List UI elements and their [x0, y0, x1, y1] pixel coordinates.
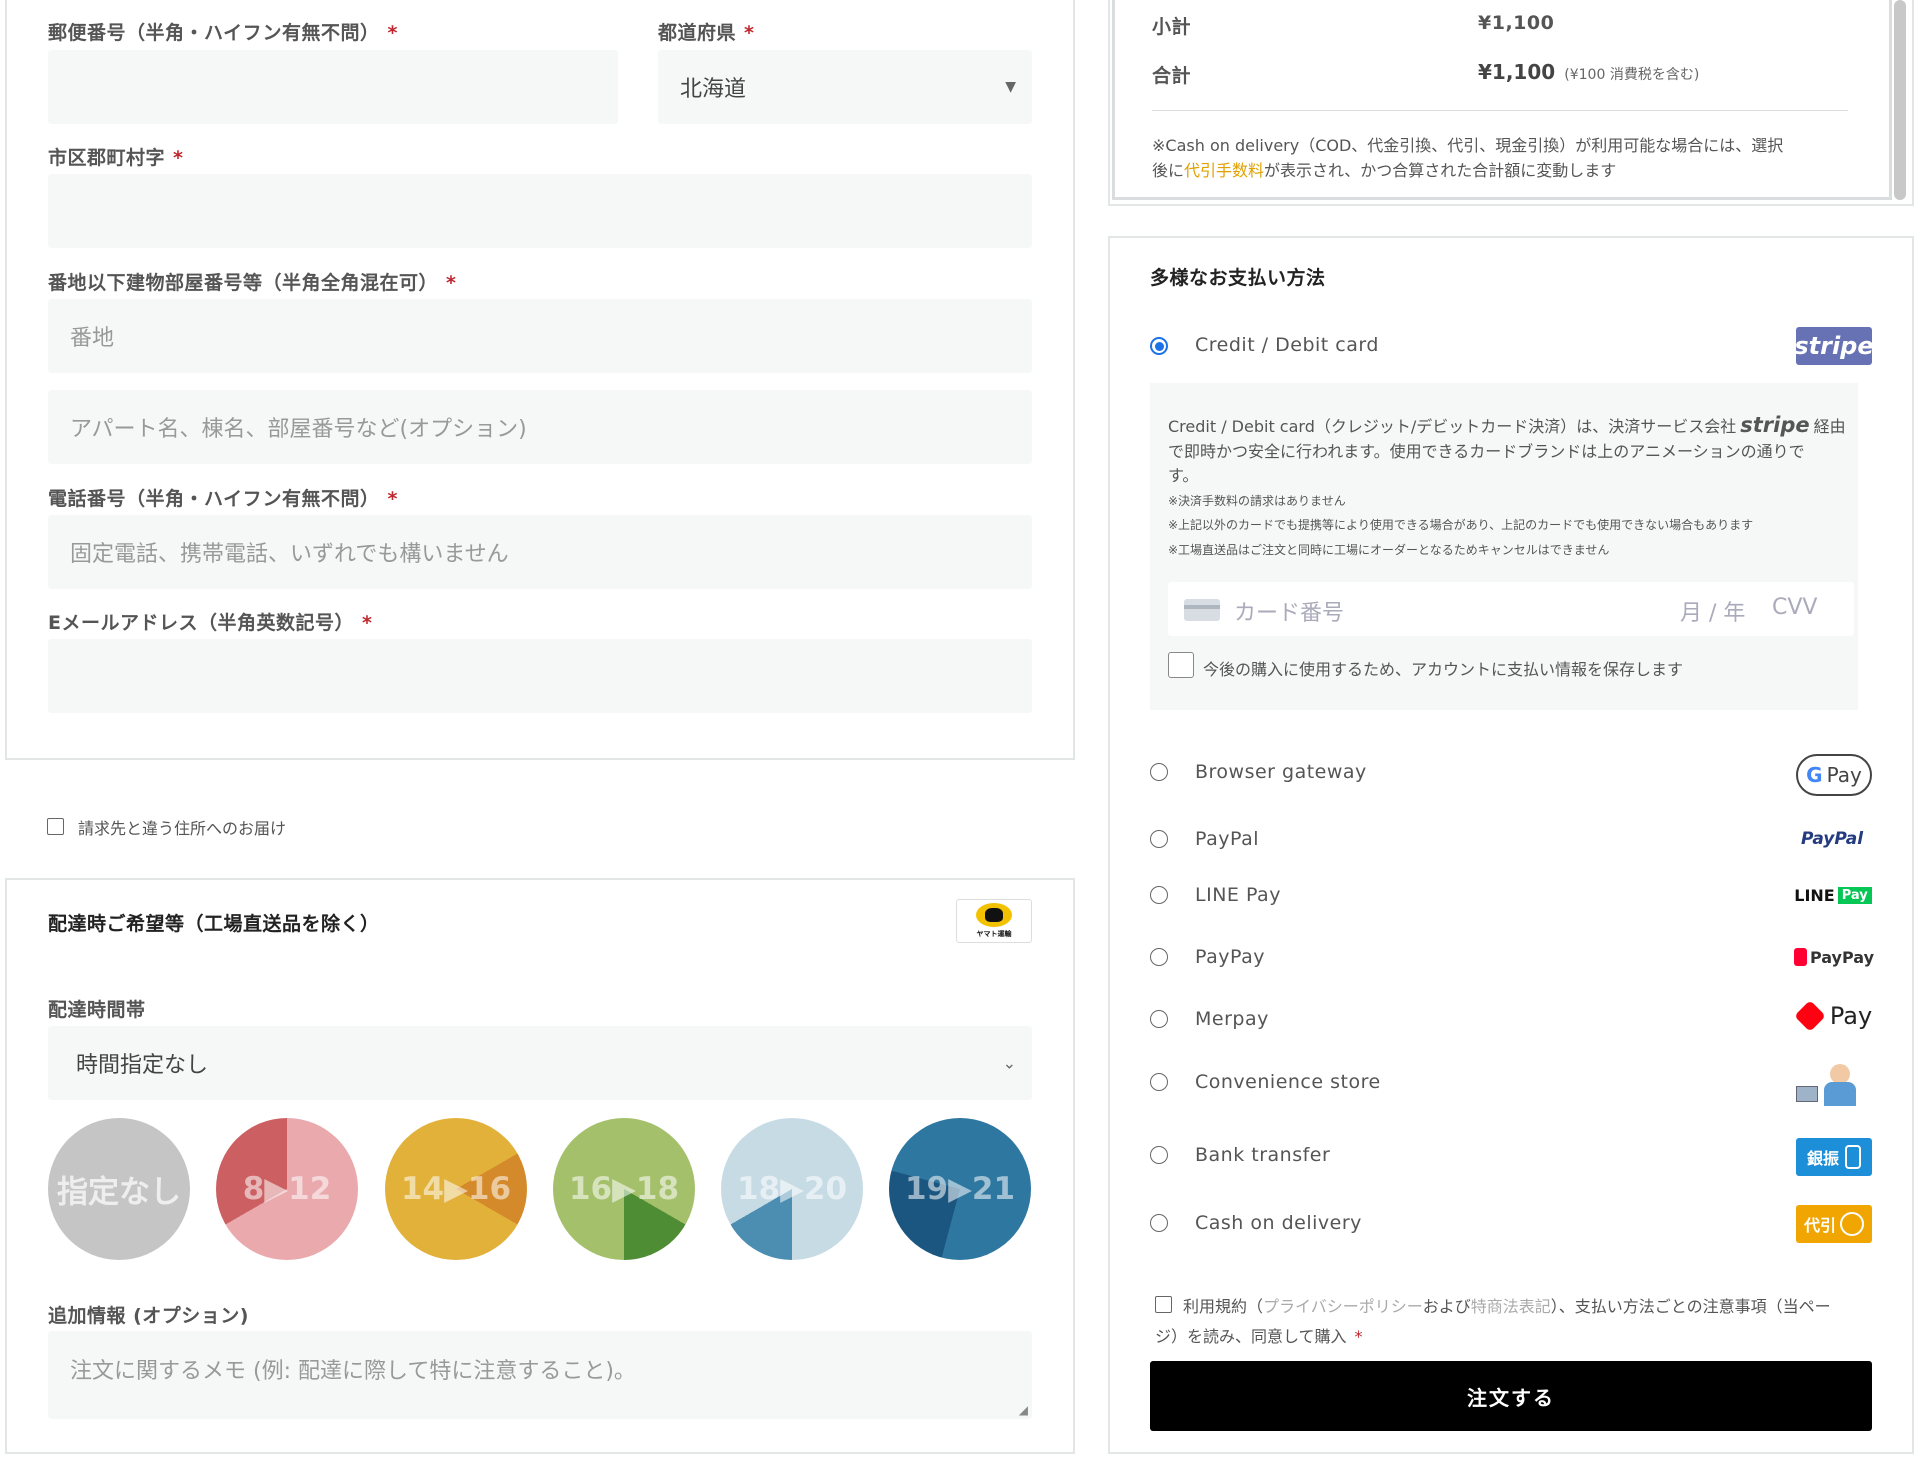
radio-line-pay[interactable]	[1150, 886, 1168, 904]
summary-scrollbar[interactable]	[1894, 0, 1906, 200]
cvv-placeholder[interactable]: CVV	[1772, 595, 1817, 620]
slot-18-20[interactable]: 18▶20	[721, 1118, 863, 1260]
merpay-icon	[1794, 1000, 1826, 1032]
radio-credit-card[interactable]	[1150, 337, 1168, 355]
expiry-placeholder[interactable]: 月 / 年	[1680, 595, 1745, 627]
slot-none[interactable]: 指定なし	[48, 1118, 190, 1260]
cash-on-delivery-logo: 代引	[1796, 1205, 1872, 1243]
phone-input[interactable]: 固定電話、携帯電話、いずれでも構いません	[48, 515, 1032, 589]
card-note-1: ※決済手数料の請求はありません	[1168, 494, 1346, 508]
total-value-group: ¥1,100 (¥100 消費税を含む)	[1478, 60, 1699, 84]
card-note-3: ※工場直送品はご注文と同時に工場にオーダーとなるためキャンセルはできません	[1168, 543, 1610, 557]
paypal-logo: PayPal	[1800, 829, 1864, 849]
cat-icon	[976, 903, 1012, 927]
bank-transfer-logo: 銀振	[1796, 1138, 1872, 1176]
card-desc-line3: す。	[1168, 466, 1199, 485]
delivery-time-label: 配達時間帯	[48, 999, 146, 1021]
chevron-down-icon: ⌄	[1002, 1053, 1016, 1073]
card-desc-line1: Credit / Debit card（クレジット/デビットカード決済）は、決済…	[1168, 413, 1846, 437]
ship-different-checkbox[interactable]	[47, 818, 64, 835]
city-input[interactable]	[48, 174, 1032, 248]
subtotal-label: 小計	[1152, 16, 1192, 38]
method-paypal-label: PayPal	[1195, 828, 1260, 850]
caret-down-icon: ▼	[1005, 79, 1016, 95]
address2-input[interactable]: アパート名、棟名、部屋番号など(オプション)	[48, 390, 1032, 464]
terms-checkbox[interactable]	[1155, 1296, 1172, 1313]
method-cash-on-delivery-label: Cash on delivery	[1195, 1212, 1362, 1234]
cod-note-line1: ※Cash on delivery（COD、代金引換、代引、現金引換）が利用可能…	[1152, 136, 1784, 155]
line-pay-logo: LINE Pay	[1794, 883, 1872, 907]
method-paypay-label: PayPay	[1195, 946, 1265, 968]
slot-14-16[interactable]: 14▶16	[385, 1118, 527, 1260]
paypay-logo: PayPay	[1794, 945, 1874, 969]
radio-paypay[interactable]	[1150, 948, 1168, 966]
radio-merpay[interactable]	[1150, 1010, 1168, 1028]
cod-note-line2: 後に代引手数料が表示され、かつ合算された合計額に変動します	[1152, 161, 1617, 180]
resize-handle-icon[interactable]: ◢	[1019, 1403, 1028, 1417]
prefecture-label: 都道府県 *	[658, 22, 755, 44]
address-label: 番地以下建物部屋番号等（半角全角混在可） *	[48, 272, 457, 294]
radio-paypal[interactable]	[1150, 830, 1168, 848]
card-desc-line2: で即時かつ安全に行われます。使用できるカードブランドは上のアニメーションの通りで	[1168, 442, 1805, 461]
method-credit-card-label: Credit / Debit card	[1195, 334, 1379, 356]
delivery-title: 配達時ご希望等（工場直送品を除く）	[48, 913, 380, 935]
method-convenience-store-label: Convenience store	[1195, 1071, 1381, 1093]
notes-textarea[interactable]: 注文に関するメモ (例: 配達に際して特に注意すること)。 ◢	[48, 1331, 1032, 1419]
radio-convenience-store[interactable]	[1150, 1073, 1168, 1091]
card-note-2: ※上記以外のカードでも提携等により使用できる場合があり、上記のカードでも使用でき…	[1168, 518, 1754, 532]
total-label: 合計	[1152, 65, 1192, 87]
save-card-checkbox[interactable]	[1168, 652, 1194, 678]
email-label: Eメールアドレス（半角英数記号） *	[48, 612, 373, 634]
method-line-pay-label: LINE Pay	[1195, 884, 1281, 906]
subtotal-value: ¥1,100	[1478, 12, 1555, 34]
ship-different-label: 請求先と違う住所へのお届け	[78, 819, 287, 838]
postal-label: 郵便番号（半角・ハイフン有無不問） *	[48, 22, 398, 44]
radio-browser-gateway[interactable]	[1150, 763, 1168, 781]
merpay-logo: Pay	[1794, 998, 1874, 1034]
radio-bank-transfer[interactable]	[1150, 1146, 1168, 1164]
notes-label: 追加情報 (オプション)	[48, 1305, 249, 1327]
postal-input[interactable]	[48, 50, 618, 124]
tax-note: (¥100 消費税を含む)	[1564, 67, 1700, 83]
delivery-time-select[interactable]: 時間指定なし ⌄	[48, 1026, 1032, 1100]
total-value: ¥1,100	[1478, 60, 1556, 84]
payment-title: 多様なお支払い方法	[1150, 267, 1326, 289]
gpay-logo: G Pay	[1796, 754, 1872, 796]
yamato-logo: ヤマト運輸	[956, 899, 1032, 943]
commercial-law-link[interactable]: 特商法表記	[1471, 1297, 1551, 1316]
method-merpay-label: Merpay	[1195, 1008, 1269, 1030]
place-order-button[interactable]: 注文する	[1150, 1361, 1872, 1431]
paypay-icon	[1794, 948, 1807, 966]
terms-line1: 利用規約（プライバシーポリシーおよび特商法表記）、支払い方法ごとの注意事項（当ペ…	[1183, 1297, 1831, 1316]
card-number-placeholder: カード番号	[1234, 601, 1345, 626]
convenience-store-icon	[1794, 1062, 1872, 1108]
stripe-logo: stripe	[1794, 327, 1874, 365]
phone-label: 電話番号（半角・ハイフン有無不問） *	[48, 488, 398, 510]
slot-16-18[interactable]: 16▶18	[553, 1118, 695, 1260]
email-input[interactable]	[48, 639, 1032, 713]
prefecture-select[interactable]: 北海道 ▼	[658, 50, 1032, 124]
card-input[interactable]: カード番号 月 / 年 CVV	[1168, 582, 1854, 636]
city-label: 市区郡町村字 *	[48, 147, 184, 169]
method-bank-transfer-label: Bank transfer	[1195, 1144, 1331, 1166]
terms-line2: ジ）を読み、同意して購入 *	[1155, 1327, 1363, 1346]
cod-fee-link[interactable]: 代引手数料	[1184, 161, 1264, 180]
method-browser-gateway-label: Browser gateway	[1195, 761, 1367, 783]
save-card-label: 今後の購入に使用するため、アカウントに支払い情報を保存します	[1203, 660, 1684, 679]
slot-19-21[interactable]: 19▶21	[889, 1118, 1031, 1260]
address1-input[interactable]: 番地	[48, 299, 1032, 373]
privacy-policy-link[interactable]: プライバシーポリシー	[1263, 1297, 1423, 1316]
radio-cash-on-delivery[interactable]	[1150, 1214, 1168, 1232]
summary-divider	[1152, 110, 1848, 111]
card-icon	[1184, 599, 1220, 621]
slot-8-12[interactable]: 8▶12	[216, 1118, 358, 1260]
